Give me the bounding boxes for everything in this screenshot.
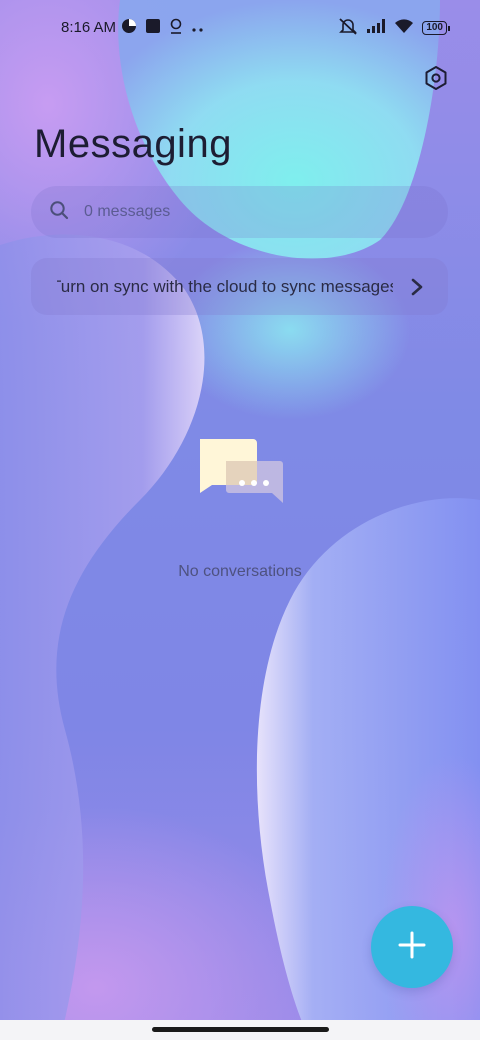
chevron-right-icon (410, 277, 424, 297)
new-message-button[interactable] (371, 906, 453, 988)
status-left-icons (121, 18, 205, 38)
status-bar: 8:16 AM 100 (0, 0, 480, 56)
more-dots-icon (191, 20, 205, 37)
sync-text-clip: Turn on sync with the cloud to sync mess… (57, 258, 393, 315)
signal-icon (366, 18, 386, 38)
empty-state-text: No conversations (178, 563, 302, 580)
settings-button[interactable] (418, 62, 454, 98)
home-gesture-handle[interactable] (152, 1027, 329, 1032)
app-notification-icon (145, 18, 161, 38)
status-right-icons: 100 (338, 17, 450, 39)
status-time: 8:16 AM (61, 19, 117, 36)
settings-hex-icon (423, 65, 449, 96)
location-icon (169, 18, 183, 38)
search-input[interactable] (82, 202, 406, 222)
sync-banner[interactable]: Turn on sync with the cloud to sync mess… (31, 258, 448, 315)
search-bar[interactable] (31, 186, 448, 238)
chat-bubbles-icon (196, 437, 286, 517)
mute-icon (338, 17, 358, 39)
page-title: Messaging (34, 122, 232, 166)
plus-icon (398, 931, 426, 964)
sync-banner-text: Turn on sync with the cloud to sync mess… (57, 277, 393, 296)
search-icon (49, 200, 69, 225)
battery-level: 100 (422, 21, 447, 35)
data-saver-icon (121, 18, 137, 38)
navigation-bar (0, 1020, 480, 1040)
wifi-icon (394, 18, 414, 38)
battery-icon: 100 (422, 21, 450, 35)
